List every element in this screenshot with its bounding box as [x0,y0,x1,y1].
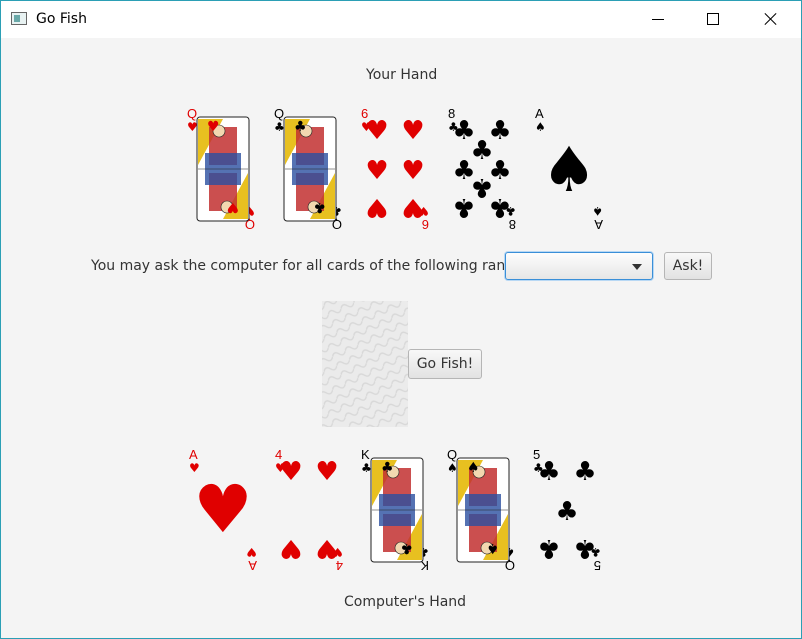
window-title: Go Fish [36,11,87,27]
go-fish-button[interactable]: Go Fish! [408,349,482,379]
svg-text:♥: ♥ [401,116,424,146]
svg-text:♣: ♣ [537,533,560,563]
svg-text:♣: ♣ [400,540,413,556]
svg-text:♥: ♥ [279,533,302,563]
svg-text:♣: ♣ [488,192,511,222]
svg-text:♥: ♥ [279,457,302,487]
computer-hand-card-5-clubs[interactable]: 5 ♣ 5 ♣♣ ♣♣♣ ♣ [531,448,603,572]
svg-text:♣: ♣ [555,497,578,527]
svg-text:Q: Q [187,107,197,121]
svg-text:♥: ♥ [365,116,388,146]
svg-text:A: A [189,448,198,462]
your-hand-label: Your Hand [366,67,438,83]
svg-text:♣: ♣ [274,120,285,134]
your-hand-card-q-clubs[interactable]: Q ♣ Q ♣ ♣ ♣ [272,107,344,231]
title-bar[interactable]: Go Fish [1,1,801,38]
svg-text:♥: ♥ [365,192,388,222]
svg-text:♥: ♥ [207,119,220,135]
svg-text:♥: ♥ [365,156,388,186]
svg-text:♣: ♣ [294,119,307,135]
your-hand-card-q-hearts[interactable]: Q ♥ Q ♥ ♥ ♥ [185,107,257,231]
svg-text:♠: ♠ [447,461,458,475]
svg-text:Q: Q [447,448,457,462]
svg-text:♥: ♥ [401,156,424,186]
svg-text:♠: ♠ [535,120,546,134]
svg-text:♣: ♣ [573,457,596,487]
your-hand-card-a-spades[interactable]: A ♠ A ♠♠ [533,107,605,231]
svg-text:♣: ♣ [361,461,372,475]
svg-text:♣: ♣ [381,460,394,476]
minimize-button[interactable] [636,1,682,38]
ask-button[interactable]: Ask! [664,252,712,280]
your-hand-card-8-clubs[interactable]: 8 ♣ 8 ♣♣ ♣♣♣ ♣♣♣ ♣ [446,107,518,231]
svg-text:A: A [535,107,544,121]
computer-hand-card-q-spades[interactable]: Q ♠ Q ♠ ♠ ♠ [445,448,517,572]
maximize-icon [707,13,719,25]
svg-text:♣: ♣ [537,457,560,487]
app-icon [11,12,27,25]
svg-text:♠: ♠ [467,460,480,476]
svg-text:K: K [361,448,370,462]
svg-text:♥: ♥ [401,192,424,222]
maximize-button[interactable] [690,1,736,38]
app-window: Go Fish Your Hand Q ♥ Q ♥ ♥ ♥ Q ♣ Q ♣ ♣ … [0,0,802,639]
svg-text:♣: ♣ [313,199,326,215]
svg-text:♥: ♥ [226,199,239,215]
computer-hand-card-4-hearts[interactable]: 4 ♥ 4 ♥♥ ♥♥ ♥ [273,448,345,572]
rank-select[interactable] [505,252,653,280]
svg-text:Q: Q [274,107,284,121]
svg-text:♠: ♠ [486,540,499,556]
close-button[interactable] [748,1,794,38]
ask-prompt: You may ask the computer for all cards o… [91,258,519,274]
minimize-icon [652,19,664,20]
svg-text:♣: ♣ [452,192,475,222]
computer-hand-label: Computer's Hand [344,594,467,610]
svg-text:♠: ♠ [592,204,603,218]
computer-hand-card-a-hearts[interactable]: A ♥ A ♥♥ [187,448,259,572]
svg-text:♥: ♥ [193,471,252,548]
svg-text:♣: ♣ [573,533,596,563]
your-hand-card-6-hearts[interactable]: 6 ♥ 6 ♥♥ ♥♥ ♥♥ ♥ [359,107,431,231]
svg-text:A: A [248,558,257,572]
svg-text:♥: ♥ [187,120,198,134]
draw-pile [322,301,408,427]
svg-text:♥: ♥ [315,533,338,563]
svg-text:♠: ♠ [541,133,597,206]
computer-hand-card-k-clubs[interactable]: K ♣ K ♣ ♣ ♣ [359,448,431,572]
svg-text:A: A [594,217,603,231]
svg-text:♥: ♥ [315,457,338,487]
chevron-down-icon[interactable] [632,264,642,270]
